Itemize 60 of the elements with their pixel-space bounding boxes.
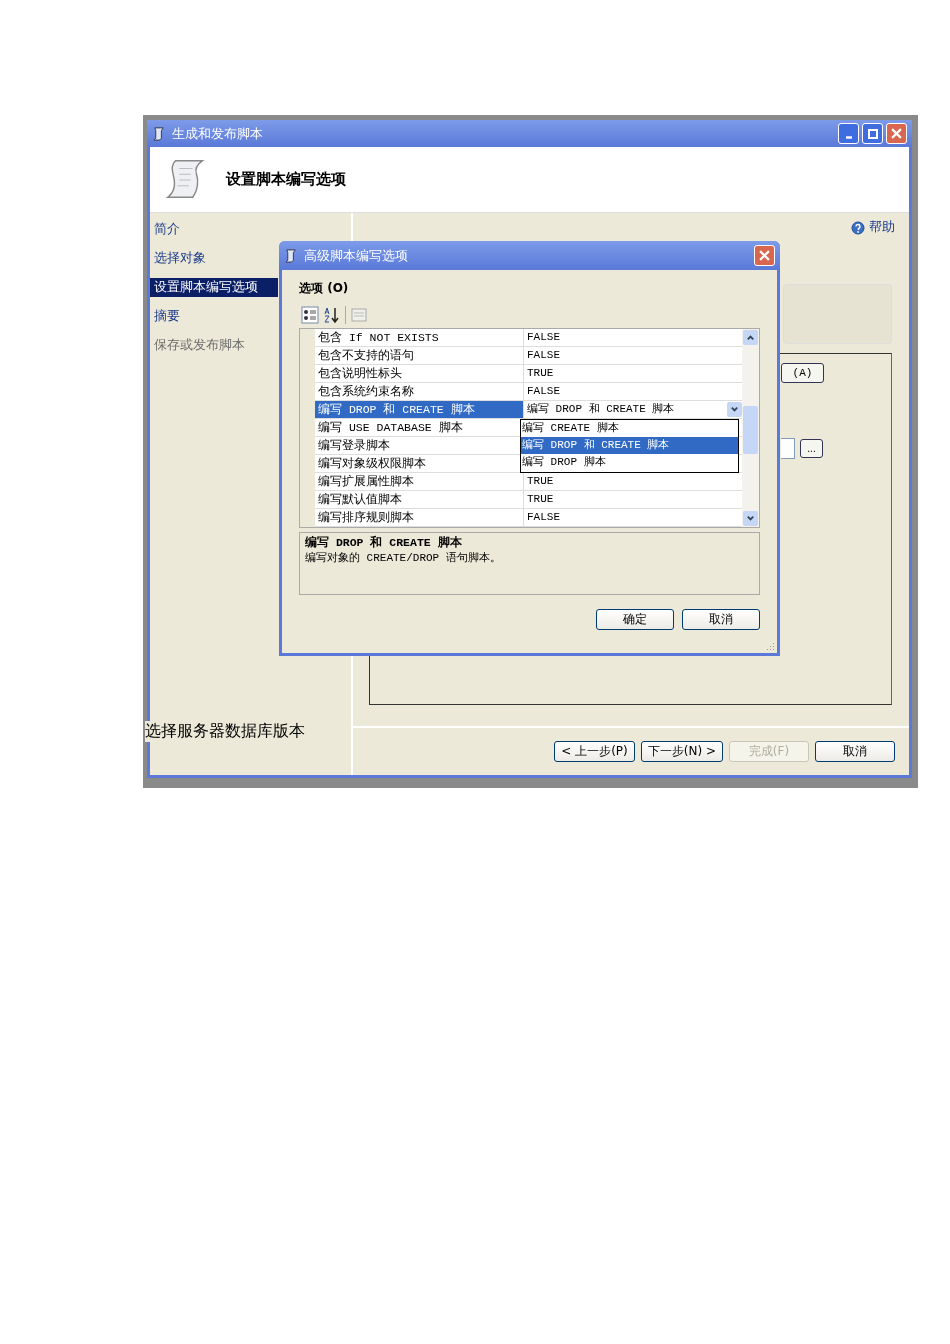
scrollbar-thumb[interactable] <box>743 406 758 454</box>
close-icon <box>759 250 770 261</box>
property-value[interactable]: TRUE <box>524 491 742 508</box>
close-button[interactable] <box>886 123 907 144</box>
nav-item[interactable]: 摘要 <box>150 307 278 326</box>
window-title: 生成和发布脚本 <box>172 124 263 143</box>
description-title: 编写 DROP 和 CREATE 脚本 <box>305 535 463 550</box>
property-name[interactable]: 编写排序规则脚本 <box>315 509 524 526</box>
wizard-button[interactable]: 下一步(N) > <box>640 741 723 762</box>
property-value[interactable]: FALSE <box>524 509 742 526</box>
chevron-down-icon <box>746 514 755 523</box>
nav-item[interactable]: 简介 <box>150 220 278 239</box>
nav-item[interactable]: 设置脚本编写选项 <box>150 278 278 297</box>
property-name[interactable]: 包含 If NOT EXISTS <box>315 329 524 346</box>
close-icon <box>891 128 902 139</box>
close-button[interactable] <box>754 245 775 266</box>
dialog-button[interactable]: 取消 <box>682 609 760 630</box>
page-heading: 设置脚本编写选项 <box>226 170 346 189</box>
wizard-button[interactable]: < 上一步(P) <box>554 741 635 762</box>
property-value[interactable]: TRUE <box>524 473 742 490</box>
dialog-button[interactable]: 确定 <box>596 609 674 630</box>
dialog-title: 高级脚本编写选项 <box>304 246 408 265</box>
scrollbar[interactable] <box>742 329 759 527</box>
property-value[interactable]: FALSE <box>524 329 742 346</box>
input-field[interactable] <box>781 438 795 459</box>
property-value[interactable]: FALSE <box>524 347 742 364</box>
caption-text: 选择服务器数据库版本 <box>145 721 305 742</box>
minimize-button[interactable] <box>838 123 859 144</box>
options-button[interactable]: (A) <box>781 363 824 383</box>
scroll-icon <box>152 126 167 141</box>
property-name[interactable]: 包含系统约束名称 <box>315 383 524 400</box>
property-name[interactable]: 包含说明性标头 <box>315 365 524 382</box>
resize-grip-icon[interactable] <box>765 641 775 651</box>
dropdown-option[interactable]: 编写 CREATE 脚本 <box>521 420 738 437</box>
sort-alphabetical-icon[interactable] <box>323 306 341 324</box>
property-name[interactable]: 包含不支持的语句 <box>315 347 524 364</box>
minimize-icon <box>845 135 852 139</box>
options-label: 选项 (O) <box>299 280 350 297</box>
categorized-icon[interactable] <box>301 306 319 324</box>
property-value[interactable]: TRUE <box>524 365 742 382</box>
nav-item[interactable]: 选择对象 <box>150 249 278 268</box>
dropdown-option[interactable]: 编写 DROP 脚本 <box>521 454 738 471</box>
help-label[interactable]: 帮助 <box>869 219 895 236</box>
chevron-down-icon <box>730 405 739 414</box>
property-name[interactable]: 编写 DROP 和 CREATE 脚本 <box>315 401 524 418</box>
property-name[interactable]: 编写默认值脚本 <box>315 491 524 508</box>
dropdown-value[interactable]: 编写 DROP 和 CREATE 脚本 <box>527 401 675 418</box>
maximize-button[interactable] <box>862 123 883 144</box>
chevron-up-icon <box>746 333 755 342</box>
dropdown-option[interactable]: 编写 DROP 和 CREATE 脚本 <box>521 437 738 454</box>
wizard-button[interactable]: 取消 <box>815 741 895 762</box>
help-icon <box>851 220 865 235</box>
help-link[interactable]: 帮助 <box>851 219 895 236</box>
property-value[interactable]: FALSE <box>524 383 742 400</box>
browse-button[interactable]: ... <box>800 439 823 458</box>
value-dropdown[interactable]: 编写 DROP 和 CREATE 脚本 <box>524 401 742 418</box>
description-text: 编写对象的 CREATE/DROP 语句脚本。 <box>305 551 502 565</box>
dropdown-button[interactable] <box>727 402 742 417</box>
scroll-icon <box>284 248 299 263</box>
maximize-icon <box>867 128 878 139</box>
